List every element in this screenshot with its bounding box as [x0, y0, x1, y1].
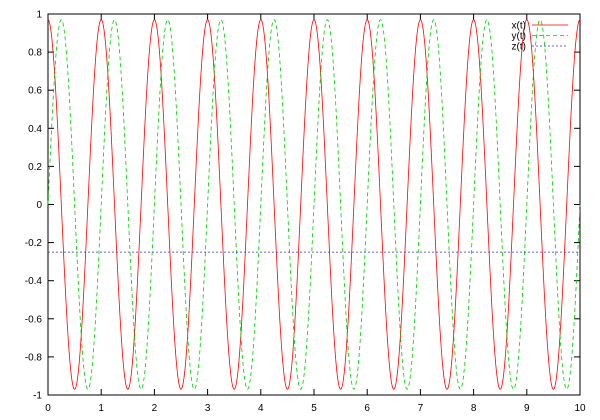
line-chart: 0 1 2 3 4 5 6 7 8 9 10 1 0.8 0.6 0.4 0.2 0 -0.2 -0.4 -0.6 -0…	[25, 10, 586, 415]
y-tick-label: -0.6	[25, 314, 43, 325]
y-tick-label: -0.8	[25, 352, 43, 363]
x-tick-label: 9	[524, 403, 530, 414]
y-tick-label: 0	[36, 200, 42, 211]
x-tick-label: 2	[152, 403, 158, 414]
y-tick-label: -1	[33, 391, 42, 402]
y-tick-label: 0.2	[28, 162, 42, 173]
series-line-2	[47, 19, 581, 390]
axis-tick-labels: 0 1 2 3 4 5 6 7 8 9 10 1 0.8 0.6 0.4 0.2 0 -0.2 -0.4 -0.6 -0…	[25, 10, 586, 415]
legend-label: x(t)	[512, 21, 526, 32]
y-tick-label: -0.2	[25, 238, 43, 249]
x-tick-label: 8	[471, 403, 477, 414]
y-tick-label: -0.4	[25, 276, 43, 287]
y-tick-label: 0.4	[28, 124, 42, 135]
x-tick-label: 0	[45, 403, 51, 414]
y-tick-label: 1	[36, 10, 42, 21]
legend-label: y(t)	[512, 31, 526, 42]
x-tick-label: 1	[98, 403, 104, 414]
x-tick-label: 3	[205, 403, 211, 414]
y-tick-label: 0.6	[28, 86, 42, 97]
legend: x(t)y(t)z(t)	[512, 21, 568, 53]
y-tick-label: 0.8	[28, 48, 42, 59]
x-tick-label: 5	[311, 403, 317, 414]
x-tick-label: 7	[418, 403, 424, 414]
x-tick-label: 10	[574, 403, 586, 414]
series-lines	[47, 19, 581, 390]
x-tick-label: 4	[258, 403, 264, 414]
legend-label: z(t)	[512, 42, 526, 53]
x-tick-label: 6	[364, 403, 370, 414]
